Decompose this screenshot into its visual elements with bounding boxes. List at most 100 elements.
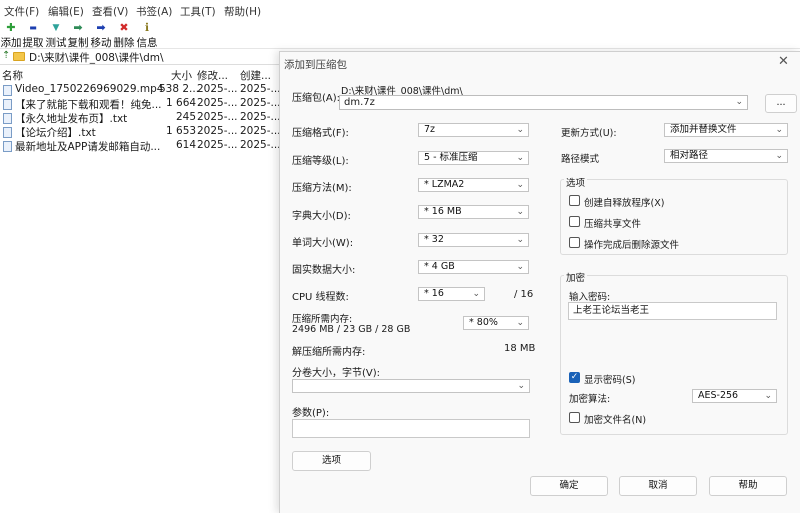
menu-tools[interactable]: 工具(T) [180,4,216,19]
menu-view[interactable]: 查看(V) [92,4,128,19]
menu-file[interactable]: 文件(F) [4,4,39,19]
column-created-header[interactable]: 创建... [240,68,271,83]
dictionary-label: 字典大小(D): [292,211,351,222]
chevron-down-icon: ⌄ [735,97,743,107]
browse-button[interactable]: ... [765,94,797,113]
memory-decompress-value: 18 MB [504,343,536,354]
column-name-header[interactable]: 名称 [2,68,23,83]
path-mode-select[interactable]: 相对路径 ⌄ [664,149,788,163]
options-button[interactable]: 选项 [292,451,371,471]
chevron-down-icon: ⌄ [516,153,524,163]
move-button[interactable]: ➡ 移动 [90,22,112,50]
level-label: 压缩等级(L): [292,156,349,167]
parameters-label: 参数(P): [292,408,330,419]
encryption-method-select[interactable]: AES-256 ⌄ [692,389,777,403]
copy-arrow-icon: ➡ [73,21,83,34]
sfx-checkbox[interactable] [569,195,580,206]
show-password-checkbox[interactable]: ✓ [569,372,580,383]
method-label: 压缩方法(M): [292,183,352,194]
help-button[interactable]: 帮助 [709,476,787,496]
chevron-down-icon: ⌄ [472,289,480,299]
chevron-down-icon: ⌄ [517,381,525,391]
add-to-archive-dialog: 添加到压缩包 ✕ 压缩包(A): D:\来财\课件_008\课件\dm\ dm.… [279,51,800,513]
ok-button[interactable]: 确定 [530,476,608,496]
chevron-down-icon: ⌄ [516,180,524,190]
solid-size-select[interactable]: * 4 GB ⌄ [418,260,529,274]
add-button[interactable]: ✚ 添加 [0,22,22,50]
file-row[interactable]: 最新地址及APP请发邮箱自动... 614 2025-... 2025-... [0,139,281,154]
dialog-title: 添加到压缩包 [284,59,347,71]
cancel-button[interactable]: 取消 [619,476,697,496]
dictionary-select[interactable]: * 16 MB ⌄ [418,205,529,219]
move-arrow-icon: ➡ [96,21,106,34]
update-mode-label: 更新方式(U): [561,128,617,139]
level-select[interactable]: 5 - 标准压缩 ⌄ [418,151,529,165]
chevron-down-icon: ⌄ [516,262,524,272]
path-mode-label: 路径模式 [561,154,600,165]
options-group-title: 选项 [564,175,588,189]
split-size-label: 分卷大小，字节(V): [292,368,381,379]
archive-name-combo[interactable]: dm.7z ⌄ [339,95,748,110]
chevron-down-icon: ⌄ [775,125,783,135]
copy-button[interactable]: ➡ 复制 [67,22,89,50]
word-size-label: 单词大小(W): [292,238,354,249]
encrypt-names-label: 加密文件名(N) [584,415,647,426]
sfx-checkbox-label: 创建自释放程序(X) [584,198,665,209]
toolbar: ✚ 添加 ▬ 提取 ▼ 测试 ➡ 复制 ➡ 移动 ✖ 删除 ℹ 信息 [0,20,800,49]
parameters-input[interactable] [292,419,530,438]
address-path[interactable]: D:\来财\课件_008\课件\dm\ [29,50,164,65]
cpu-threads-select[interactable]: * 16 ⌄ [418,287,485,301]
file-row[interactable]: 【来了就能下载和观看！纯免... 1 664 2025-... 2025-... [0,97,281,112]
shared-files-checkbox-label: 压缩共享文件 [584,219,642,230]
encryption-method-label: 加密算法: [569,394,611,405]
format-select[interactable]: 7z ⌄ [418,123,529,137]
menu-bookmarks[interactable]: 书签(A) [136,4,172,19]
delete-after-checkbox[interactable] [569,237,580,248]
chevron-down-icon: ⌄ [764,391,772,401]
encrypt-names-checkbox[interactable] [569,412,580,423]
password-label: 输入密码: [569,292,611,303]
memory-decompress-label: 解压缩所需内存: [292,347,366,358]
update-mode-select[interactable]: 添加并替换文件 ⌄ [664,123,788,137]
shared-files-checkbox[interactable] [569,216,580,227]
text-file-icon [3,141,12,152]
plus-icon: ✚ [6,21,16,34]
memory-percent-select[interactable]: * 80% ⌄ [463,316,529,330]
delete-button[interactable]: ✖ 删除 [113,22,135,50]
file-row[interactable]: 【论坛介绍】.txt 1 653 2025-... 2025-... [0,125,281,140]
extract-button[interactable]: ▬ 提取 [22,22,44,50]
menu-bar: 文件(F) 编辑(E) 查看(V) 书签(A) 工具(T) 帮助(H) [0,0,800,20]
chevron-down-icon: ⌄ [775,151,783,161]
menu-edit[interactable]: 编辑(E) [48,4,84,19]
chevron-down-icon: ⌄ [516,207,524,217]
solid-size-label: 固实数据大小: [292,265,356,276]
word-size-select[interactable]: * 32 ⌄ [418,233,529,247]
archive-label: 压缩包(A): [292,93,341,104]
delete-after-checkbox-label: 操作完成后删除源文件 [584,240,680,251]
cpu-threads-total: / 16 [514,289,534,300]
video-file-icon [3,85,12,96]
show-password-label: 显示密码(S) [584,375,636,386]
memory-compress-label: 压缩所需内存: [292,314,353,325]
folder-icon [13,52,25,61]
file-row[interactable]: 【永久地址发布页】.txt 245 2025-... 2025-... [0,111,281,126]
up-folder-icon[interactable]: ⇡ [2,50,10,61]
column-size-header[interactable]: 大小 [171,68,192,83]
cpu-threads-label: CPU 线程数: [292,292,349,303]
split-size-select[interactable]: ⌄ [292,379,530,393]
close-icon[interactable]: ✕ [778,54,789,69]
method-select[interactable]: * LZMA2 ⌄ [418,178,529,192]
column-modified-header[interactable]: 修改... [197,68,228,83]
chevron-down-icon: ⌄ [516,125,524,135]
memory-compress-value: 2496 MB / 23 GB / 28 GB [292,324,411,335]
password-input[interactable]: 上老王论坛当老王 [568,302,777,320]
test-icon: ▼ [52,23,60,33]
text-file-icon [3,127,12,138]
text-file-icon [3,99,12,110]
delete-icon: ✖ [119,21,129,34]
info-button[interactable]: ℹ 信息 [136,22,158,50]
menu-help[interactable]: 帮助(H) [224,4,261,19]
file-row[interactable]: Video_1750226969029.mp4 538 2... 2025-..… [0,83,281,98]
test-button[interactable]: ▼ 测试 [45,22,67,50]
format-label: 压缩格式(F): [292,128,349,139]
